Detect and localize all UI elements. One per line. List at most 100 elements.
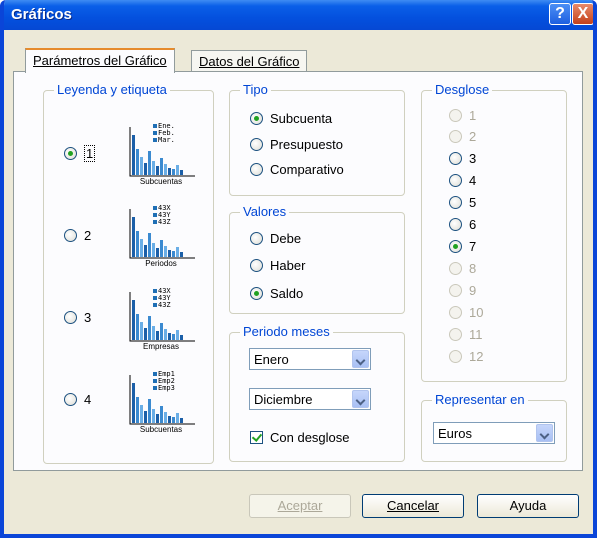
- chevron-down-icon[interactable]: [536, 424, 553, 442]
- chart-bar: [176, 330, 179, 340]
- chart-bar: [164, 329, 167, 340]
- preview-legend: Emp1 Emp2 Emp3: [153, 371, 175, 392]
- legend-option-4[interactable]: 4: [64, 392, 91, 407]
- chart-bar: [132, 135, 135, 175]
- valores-saldo-radio[interactable]: Saldo: [250, 286, 303, 301]
- desglose-group-title: Desglose: [432, 82, 493, 97]
- tipo-group-title: Tipo: [240, 82, 271, 97]
- chart-bar: [132, 383, 135, 423]
- valores-debe-radio[interactable]: Debe: [250, 231, 301, 246]
- chevron-down-icon[interactable]: [352, 390, 369, 408]
- chart-bar: [136, 231, 139, 257]
- check-icon: [250, 431, 263, 444]
- chart-bar: [172, 417, 175, 423]
- desglose-option-1: 1: [449, 108, 476, 123]
- option-label: 7: [469, 239, 477, 254]
- option-label: 12: [469, 349, 484, 364]
- chart-bar: [156, 166, 159, 175]
- radio-circle: [449, 130, 462, 143]
- chart-preview-1: Ene. Feb. Mar. Subcuentas: [123, 123, 201, 189]
- chart-bar: [160, 323, 163, 340]
- option-label: 6: [469, 217, 477, 232]
- chart-bar: [132, 217, 135, 257]
- chart-bar: [148, 233, 151, 257]
- option-label: 11: [469, 327, 483, 342]
- help-icon[interactable]: ?: [549, 3, 571, 25]
- radio-circle: [449, 196, 462, 209]
- desglose-option-5[interactable]: 5: [449, 195, 476, 210]
- tab-parametros-grafico[interactable]: Parámetros del Gráfico: [25, 48, 175, 73]
- chart-bar: [176, 413, 179, 423]
- legend-option-3[interactable]: 3: [64, 310, 91, 325]
- desglose-option-3[interactable]: 3: [449, 151, 476, 166]
- radio-circle: [449, 109, 462, 122]
- radio-circle: [64, 147, 77, 160]
- chart-bar: [176, 247, 179, 257]
- chart-bar: [164, 246, 167, 257]
- chart-bar: [140, 405, 143, 423]
- option-label: Haber: [270, 258, 306, 273]
- option-label: 3: [469, 151, 477, 166]
- desglose-option-2: 2: [449, 129, 476, 144]
- radio-circle: [250, 287, 263, 300]
- desglose-option-8: 8: [449, 261, 476, 276]
- preview-caption: Subcuentas: [139, 425, 183, 434]
- preview-caption: Empresas: [142, 342, 179, 351]
- chart-bar: [140, 157, 143, 175]
- preview-caption: Subcuentas: [139, 177, 183, 186]
- chart-bar: [152, 243, 155, 257]
- representar-select[interactable]: Euros: [433, 422, 555, 444]
- tipo-subcuenta-radio[interactable]: Subcuenta: [250, 111, 332, 126]
- tab-label: Datos del Gráfico: [199, 54, 300, 69]
- radio-circle: [449, 218, 462, 231]
- option-label: 8: [469, 261, 477, 276]
- chart-bar: [152, 409, 155, 423]
- representar-group-title: Representar en: [432, 392, 528, 407]
- chart-bar: [148, 316, 151, 340]
- accept-button[interactable]: Aceptar: [249, 494, 351, 518]
- legend-option-2[interactable]: 2: [64, 228, 91, 243]
- chart-bar: [148, 399, 151, 423]
- chart-bar: [140, 239, 143, 257]
- title-bar[interactable]: Gráficos ? X: [4, 0, 593, 30]
- periodo-desde-select[interactable]: Enero: [249, 348, 371, 370]
- tipo-presupuesto-radio[interactable]: Presupuesto: [250, 137, 343, 152]
- desglose-option-6[interactable]: 6: [449, 217, 476, 232]
- chart-preview-4: Emp1 Emp2 Emp3 Subcuentas: [123, 371, 201, 437]
- button-label: Ayuda: [509, 498, 547, 513]
- chart-bar: [144, 328, 147, 340]
- chart-bar: [144, 245, 147, 257]
- chart-bar: [160, 158, 163, 175]
- option-label: Debe: [270, 231, 302, 246]
- select-value: Euros: [438, 426, 472, 441]
- chart-bar: [136, 149, 139, 175]
- preview-legend: Ene. Feb. Mar.: [153, 123, 175, 144]
- chart-bar: [180, 170, 183, 175]
- valores-haber-radio[interactable]: Haber: [250, 258, 305, 273]
- chart-bar: [172, 169, 175, 175]
- radio-circle: [449, 350, 462, 363]
- tipo-comparativo-radio[interactable]: Comparativo: [250, 162, 344, 177]
- select-value: Diciembre: [254, 392, 313, 407]
- chevron-down-icon[interactable]: [352, 350, 369, 368]
- radio-circle: [250, 163, 263, 176]
- legend-option-1[interactable]: 1: [64, 145, 96, 162]
- chart-bar: [180, 335, 183, 340]
- chart-bar: [140, 322, 143, 340]
- option-label: 5: [469, 195, 477, 210]
- con-desglose-checkbox[interactable]: Con desglose: [250, 430, 350, 445]
- help-button[interactable]: Ayuda: [477, 494, 579, 518]
- chart-bar: [176, 165, 179, 175]
- radio-circle: [250, 259, 263, 272]
- window-title: Gráficos: [11, 6, 72, 23]
- close-icon[interactable]: X: [572, 3, 593, 25]
- desglose-option-4[interactable]: 4: [449, 173, 476, 188]
- chart-bar: [168, 333, 171, 340]
- cancel-button[interactable]: Cancelar: [362, 494, 464, 518]
- tab-datos-grafico[interactable]: Datos del Gráfico: [191, 50, 308, 72]
- option-label: 2: [84, 228, 92, 243]
- radio-circle: [449, 328, 462, 341]
- radio-circle: [449, 152, 462, 165]
- desglose-option-7[interactable]: 7: [449, 239, 476, 254]
- periodo-hasta-select[interactable]: Diciembre: [249, 388, 371, 410]
